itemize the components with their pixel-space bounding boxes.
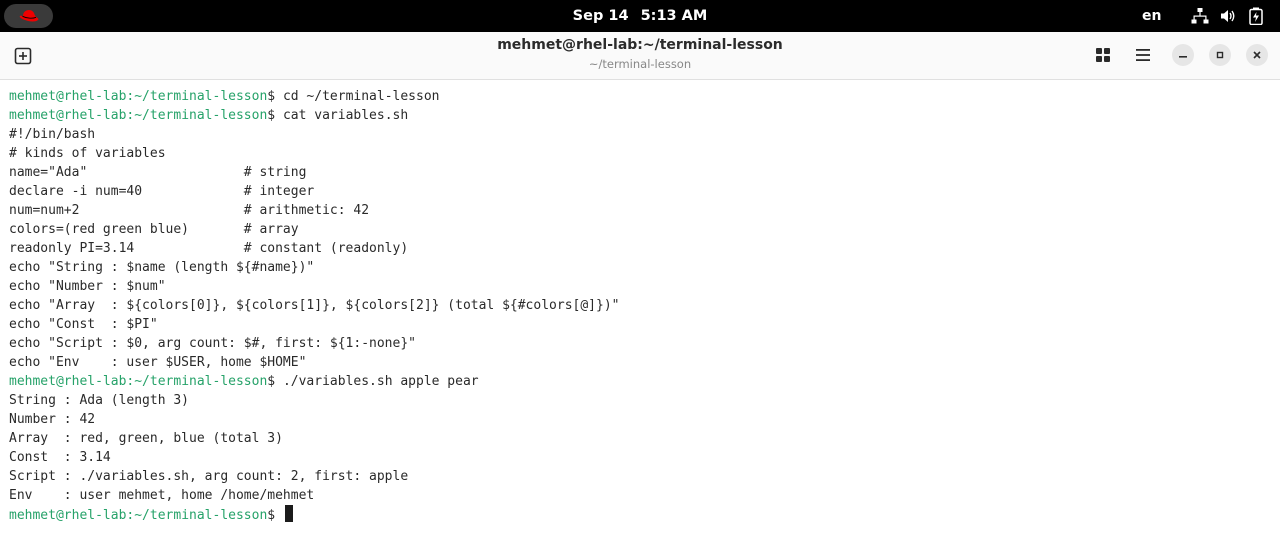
- output-line: colors=(red green blue) # array: [9, 222, 299, 237]
- prompt-symbol: $: [267, 89, 276, 104]
- prompt-line: mehmet@rhel-lab:~/terminal-lesson$ cd ~/…: [9, 87, 1271, 106]
- close-icon: [1253, 51, 1261, 59]
- minimize-icon: [1179, 56, 1187, 58]
- output-line: echo "Number : $num": [9, 279, 166, 294]
- prompt-path: :~/terminal-lesson: [126, 108, 268, 123]
- tab-overview-icon[interactable]: [1093, 45, 1113, 65]
- output-line: #!/bin/bash: [9, 127, 96, 142]
- command-text: ./variables.sh apple pear: [275, 374, 479, 389]
- clock[interactable]: Sep 14 5:13 AM: [0, 0, 1280, 32]
- prompt-line: mehmet@rhel-lab:~/terminal-lesson$ ./var…: [9, 372, 1271, 391]
- top-bar: Sep 14 5:13 AM en: [0, 0, 1280, 32]
- minimize-button[interactable]: [1172, 44, 1194, 66]
- output-line: echo "Env : user $USER, home $HOME": [9, 355, 307, 370]
- prompt-symbol: $: [267, 108, 276, 123]
- prompt-line: mehmet@rhel-lab:~/terminal-lesson$: [9, 505, 1271, 524]
- output-line: echo "Const : $PI": [9, 317, 158, 332]
- output-line: echo "Script : $0, arg count: $#, first:…: [9, 336, 416, 351]
- prompt-user-host: mehmet@rhel-lab: [9, 508, 127, 523]
- volume-icon[interactable]: [1219, 7, 1237, 25]
- prompt-path: :~/terminal-lesson: [126, 508, 268, 523]
- time-label: 5:13 AM: [640, 8, 708, 24]
- network-icon[interactable]: [1191, 7, 1209, 25]
- output-line: name="Ada" # string: [9, 165, 307, 180]
- menu-icon[interactable]: [1133, 45, 1153, 65]
- maximize-button[interactable]: [1209, 44, 1231, 66]
- output-line: Number : 42: [9, 412, 96, 427]
- output-line: echo "String : $name (length ${#name})": [9, 260, 315, 275]
- output-line: num=num+2 # arithmetic: 42: [9, 203, 370, 218]
- date-label: Sep 14: [572, 8, 629, 24]
- prompt-path: :~/terminal-lesson: [126, 89, 268, 104]
- prompt-symbol: $: [267, 374, 276, 389]
- command-text: cat variables.sh: [275, 108, 409, 123]
- command-text: [275, 508, 283, 523]
- output-line: echo "Array : ${colors[0]}, ${colors[1]}…: [9, 298, 620, 313]
- command-text: cd ~/terminal-lesson: [275, 89, 440, 104]
- battery-icon[interactable]: [1249, 7, 1263, 25]
- prompt-user-host: mehmet@rhel-lab: [9, 89, 127, 104]
- maximize-icon: [1216, 51, 1224, 59]
- input-language-indicator[interactable]: en: [1142, 0, 1161, 32]
- window-subtitle: ~/terminal-lesson: [588, 57, 692, 71]
- output-line: declare -i num=40 # integer: [9, 184, 315, 199]
- output-line: Env : user mehmet, home /home/mehmet: [9, 488, 315, 503]
- output-line: # kinds of variables: [9, 146, 166, 161]
- output-line: Script : ./variables.sh, arg count: 2, f…: [9, 469, 409, 484]
- terminal-output[interactable]: mehmet@rhel-lab:~/terminal-lesson$ cd ~/…: [9, 87, 1271, 524]
- prompt-user-host: mehmet@rhel-lab: [9, 108, 127, 123]
- output-line: Array : red, green, blue (total 3): [9, 431, 283, 446]
- text-cursor: [284, 505, 293, 522]
- prompt-line: mehmet@rhel-lab:~/terminal-lesson$ cat v…: [9, 106, 1271, 125]
- prompt-symbol: $: [267, 508, 276, 523]
- window-title: mehmet@rhel-lab:~/terminal-lesson: [497, 37, 783, 53]
- output-line: readonly PI=3.14 # constant (readonly): [9, 241, 409, 256]
- prompt-path: :~/terminal-lesson: [126, 374, 268, 389]
- output-line: Const : 3.14: [9, 450, 111, 465]
- prompt-user-host: mehmet@rhel-lab: [9, 374, 127, 389]
- output-line: String : Ada (length 3): [9, 393, 190, 408]
- close-button[interactable]: [1246, 44, 1268, 66]
